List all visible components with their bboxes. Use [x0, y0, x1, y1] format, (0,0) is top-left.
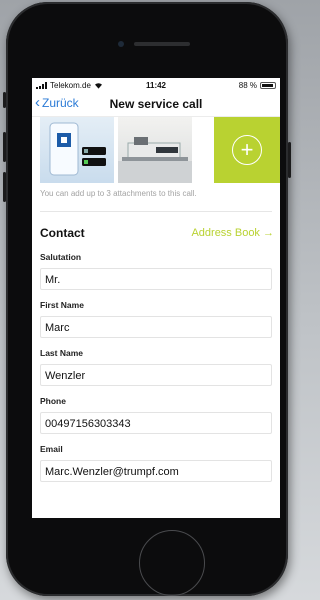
- last-name-field: Last Name Wenzler: [32, 346, 280, 386]
- attachments-strip: +: [32, 117, 280, 183]
- add-attachment-button[interactable]: +: [214, 117, 280, 183]
- app-store-badges-image: [49, 122, 106, 176]
- battery-indicator: 88 %: [239, 81, 276, 90]
- battery-percent: 88 %: [238, 81, 257, 90]
- field-label: Email: [40, 444, 63, 454]
- section-divider: [40, 211, 272, 212]
- navigation-bar: ‹ Zurück New service call: [32, 92, 280, 117]
- field-label: Last Name: [40, 348, 83, 358]
- mute-switch: [3, 92, 6, 108]
- salutation-input[interactable]: Mr.: [40, 268, 272, 290]
- plus-icon: +: [232, 135, 262, 165]
- first-name-input[interactable]: Marc: [40, 316, 272, 338]
- earpiece-speaker: [134, 42, 190, 46]
- contact-header: Contact Address Book →: [32, 218, 280, 246]
- address-book-link[interactable]: Address Book →: [191, 227, 274, 239]
- first-name-field: First Name Marc: [32, 298, 280, 338]
- phone-field: Phone 00497156303343: [32, 394, 280, 434]
- contact-heading: Contact: [40, 226, 85, 240]
- battery-icon: [260, 82, 276, 89]
- front-camera: [118, 41, 124, 47]
- app-screen: Telekom.de 11:42 88 % ‹ Zurück New servi…: [32, 78, 280, 518]
- volume-down-button: [3, 172, 6, 202]
- machine-photo-image: [118, 137, 192, 183]
- attachments-hint: You can add up to 3 attachments to this …: [40, 189, 197, 198]
- page-title: New service call: [109, 97, 203, 111]
- field-label: Phone: [40, 396, 66, 406]
- attachment-thumbnail[interactable]: [40, 117, 114, 183]
- email-field: Email Marc.Wenzler@trumpf.com: [32, 442, 280, 482]
- salutation-field: Salutation Mr.: [32, 250, 280, 290]
- last-name-input[interactable]: Wenzler: [40, 364, 272, 386]
- status-bar: Telekom.de 11:42 88 %: [32, 78, 280, 92]
- phone-input[interactable]: 00497156303343: [40, 412, 272, 434]
- volume-up-button: [3, 132, 6, 162]
- field-label: First Name: [40, 300, 84, 310]
- power-button: [288, 142, 291, 178]
- attachment-thumbnail[interactable]: [118, 117, 192, 183]
- home-button[interactable]: [139, 530, 205, 596]
- field-label: Salutation: [40, 252, 82, 262]
- email-input[interactable]: Marc.Wenzler@trumpf.com: [40, 460, 272, 482]
